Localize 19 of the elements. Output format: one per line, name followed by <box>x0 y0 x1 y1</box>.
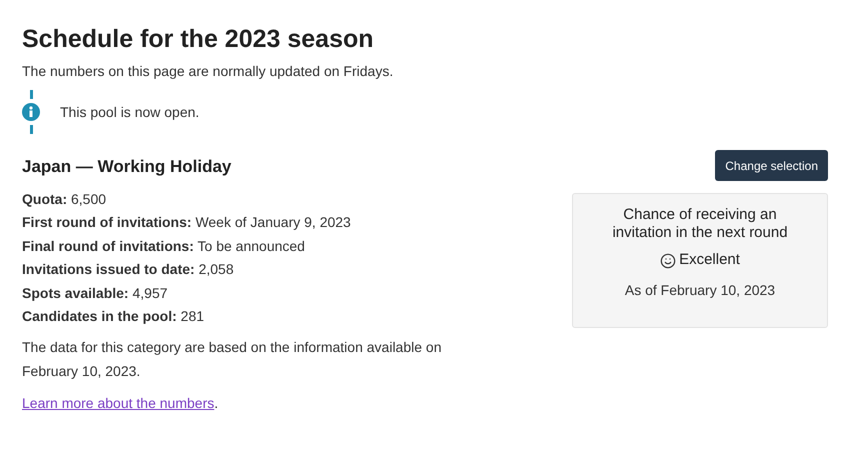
fact-line: Quota: 6,500 <box>22 190 108 209</box>
notice-text: This pool is now open. <box>60 102 200 122</box>
intro-text: The numbers on this page are normally updated on Fridays. <box>22 62 394 82</box>
fact-line: Final round of invitations: To be announced <box>22 236 306 256</box>
pool-title: Japan — Working Holiday <box>22 156 232 178</box>
data-note: The data for this category are based on the information available on February 10, 2023. <box>22 338 442 381</box>
page-title: Schedule for the 2023 season <box>22 24 375 55</box>
fact-line: First round of invitations: Week of January 9, 2023 <box>22 213 352 232</box>
chance-heading: Chance of receiving an invitation in the next round <box>611 206 789 242</box>
fact-line: Spots available: 4,957 <box>22 284 169 303</box>
fact-line: Candidates in the pool: 281 <box>22 307 206 326</box>
chance-rating: Excellent <box>679 250 740 270</box>
fact-line: Invitations issued to date: 2,058 <box>22 260 235 280</box>
learn-more-text: Learn more about the numbers. <box>22 394 220 413</box>
change-selection-button[interactable]: Change selection <box>715 150 828 182</box>
as-of-date: As of February 10, 2023 <box>624 280 776 300</box>
learn-more-link[interactable]: Learn more about the numbers <box>22 394 214 411</box>
smiley-icon <box>660 252 676 268</box>
info-icon <box>22 103 40 122</box>
